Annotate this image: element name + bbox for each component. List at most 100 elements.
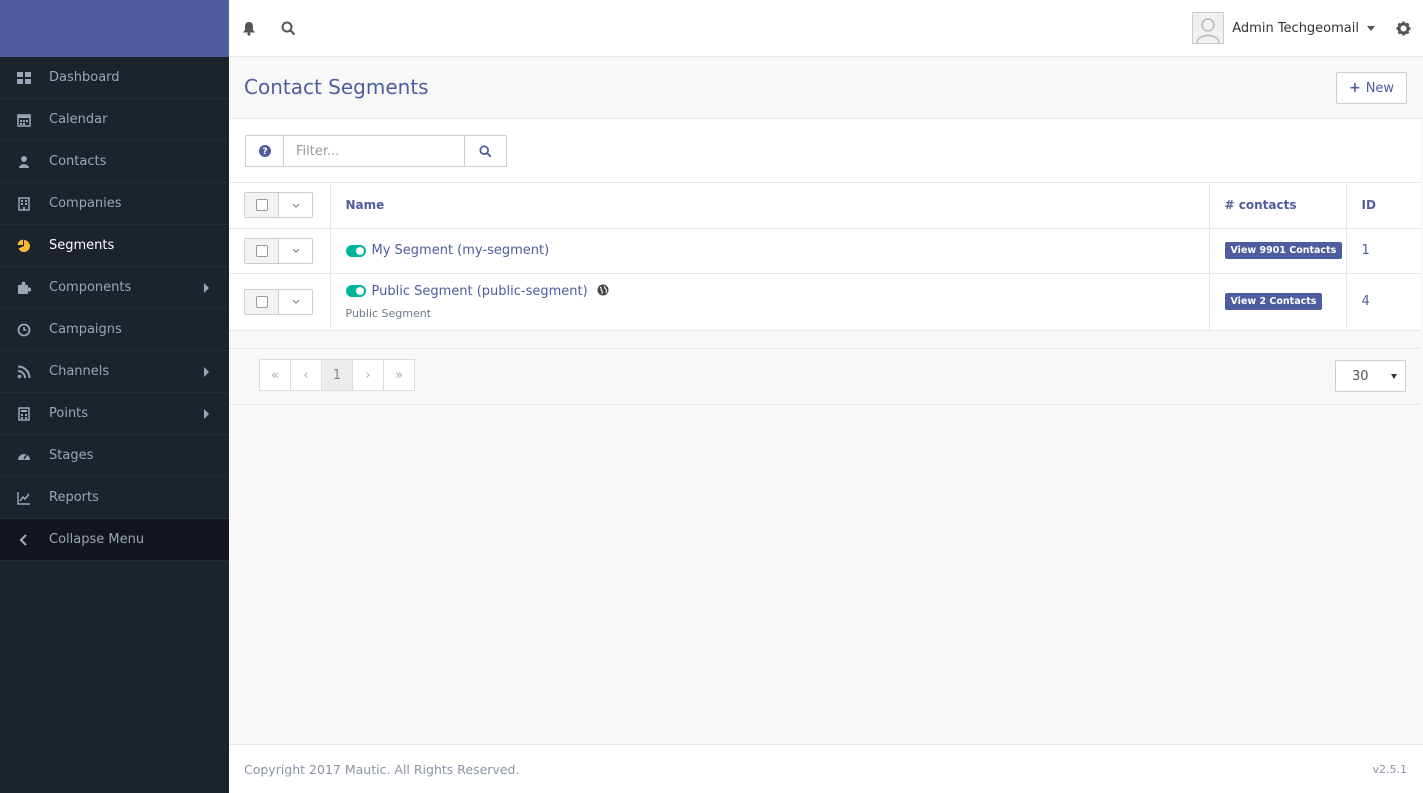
collapse-menu-button[interactable]: Collapse Menu	[0, 519, 229, 561]
row-actions-dropdown[interactable]	[279, 239, 312, 263]
sidebar-item-calendar[interactable]: Calendar	[0, 99, 229, 141]
row-name-cell: My Segment (my-segment)	[330, 228, 1210, 274]
row-select-cell	[229, 228, 331, 274]
page-number-button[interactable]: 1	[321, 359, 353, 391]
chevron-left-icon: ‹	[303, 367, 309, 383]
bell-icon[interactable]	[239, 18, 259, 38]
row-checkbox-group[interactable]	[244, 237, 313, 264]
filter-search-button[interactable]	[464, 135, 507, 167]
row-contacts-cell: View 2 Contacts	[1209, 273, 1347, 331]
line-chart-icon	[0, 491, 49, 505]
plus-icon: +	[1348, 80, 1361, 96]
brand-bar[interactable]	[0, 0, 229, 57]
chevron-right-icon	[204, 409, 209, 419]
row-name-cell: Public Segment (public-segment) Public S…	[330, 273, 1210, 331]
page-limit-value: 30	[1352, 368, 1369, 384]
segment-name-link[interactable]: Public Segment (public-segment)	[372, 284, 588, 299]
new-segment-button[interactable]: + New	[1336, 72, 1407, 104]
search-icon[interactable]	[278, 18, 298, 38]
chevron-left-icon	[0, 533, 49, 547]
last-page-button[interactable]: »	[383, 359, 415, 391]
collapse-menu-label: Collapse Menu	[49, 532, 145, 547]
view-contacts-button[interactable]: View 9901 Contacts	[1224, 242, 1343, 259]
sidebar-item-points[interactable]: Points	[0, 393, 229, 435]
dashboard-icon	[0, 71, 49, 85]
segments-panel: ? Name # contacts ID	[229, 119, 1421, 405]
calculator-icon	[0, 406, 49, 421]
svg-text:?: ?	[262, 147, 267, 157]
user-icon	[0, 155, 49, 169]
table-header-row: Name # contacts ID	[229, 183, 1421, 229]
user-menu[interactable]: Admin Techgeomail	[1192, 11, 1375, 45]
segment-name-link[interactable]: My Segment (my-segment)	[372, 243, 550, 258]
view-contacts-button[interactable]: View 2 Contacts	[1224, 293, 1323, 310]
globe-icon	[597, 284, 609, 295]
row-select-cell	[229, 273, 331, 331]
row-checkbox-group[interactable]	[244, 288, 313, 315]
chevron-right-icon	[204, 283, 209, 293]
previous-page-button[interactable]: ‹	[290, 359, 322, 391]
row-actions-dropdown[interactable]	[279, 290, 312, 314]
caret-down-icon	[1391, 374, 1397, 379]
sidebar-item-label: Points	[49, 406, 89, 421]
select-all-cell	[229, 183, 331, 229]
calendar-icon	[0, 113, 49, 127]
chevron-down-icon	[292, 248, 299, 253]
sidebar-item-companies[interactable]: Companies	[0, 183, 229, 225]
column-header-id[interactable]: ID	[1346, 183, 1421, 229]
column-header-contacts: # contacts	[1209, 183, 1347, 229]
tachometer-icon	[0, 449, 49, 463]
chevron-right-icon: ›	[365, 367, 371, 383]
puzzle-icon	[0, 281, 49, 295]
table-row: Public Segment (public-segment) Public S…	[229, 273, 1421, 331]
sidebar-item-segments[interactable]: Segments	[0, 225, 229, 267]
sidebar-item-campaigns[interactable]: Campaigns	[0, 309, 229, 351]
sidebar-item-dashboard[interactable]: Dashboard	[0, 57, 229, 99]
filter-bar: ?	[229, 119, 1421, 183]
filter-input[interactable]	[283, 135, 465, 167]
chevron-right-icon	[204, 367, 209, 377]
select-all-checkbox-group[interactable]	[244, 192, 313, 219]
segments-table: Name # contacts ID My Segment (my-segmen…	[229, 183, 1421, 331]
select-all-checkbox[interactable]	[245, 193, 279, 218]
building-icon	[0, 196, 49, 211]
segment-id: 4	[1361, 294, 1370, 309]
sidebar-item-label: Dashboard	[49, 70, 120, 85]
sidebar-item-components[interactable]: Components	[0, 267, 229, 309]
published-toggle[interactable]	[345, 244, 366, 257]
sidebar: Dashboard Calendar Contacts Companies Se…	[0, 0, 229, 793]
chevron-down-icon	[292, 299, 299, 304]
pagination-bar: « ‹ 1 › » 30	[229, 348, 1421, 405]
row-checkbox[interactable]	[245, 238, 279, 263]
sidebar-item-channels[interactable]: Channels	[0, 351, 229, 393]
published-toggle[interactable]	[345, 285, 366, 297]
clock-icon	[0, 323, 49, 337]
sidebar-item-label: Segments	[49, 238, 115, 253]
row-id-cell: 4	[1346, 273, 1421, 331]
double-chevron-left-icon: «	[271, 367, 279, 383]
row-checkbox[interactable]	[245, 289, 279, 314]
bulk-actions-dropdown[interactable]	[279, 193, 312, 217]
sidebar-item-label: Components	[49, 280, 132, 295]
filter-help-button[interactable]: ?	[245, 135, 284, 167]
top-bar: Admin Techgeomail	[229, 0, 1423, 57]
sidebar-item-reports[interactable]: Reports	[0, 477, 229, 519]
page-limit-select[interactable]: 30	[1335, 360, 1406, 392]
page-title: Contact Segments	[244, 75, 429, 99]
copyright-text: Copyright 2017 Mautic. All Rights Reserv…	[244, 762, 520, 777]
column-header-name[interactable]: Name	[330, 183, 1210, 229]
sidebar-item-label: Stages	[49, 448, 94, 463]
sidebar-item-label: Calendar	[49, 112, 108, 127]
version-text: v2.5.1	[1372, 763, 1408, 776]
sidebar-item-stages[interactable]: Stages	[0, 435, 229, 477]
question-circle-icon: ?	[259, 145, 271, 157]
first-page-button[interactable]: «	[259, 359, 291, 391]
search-icon	[479, 144, 492, 157]
gear-icon[interactable]	[1393, 18, 1413, 38]
sidebar-item-contacts[interactable]: Contacts	[0, 141, 229, 183]
rss-icon	[0, 365, 49, 379]
sidebar-item-label: Contacts	[49, 154, 107, 169]
pagination: « ‹ 1 › »	[259, 359, 415, 391]
sidebar-item-label: Campaigns	[49, 322, 122, 337]
next-page-button[interactable]: ›	[352, 359, 384, 391]
